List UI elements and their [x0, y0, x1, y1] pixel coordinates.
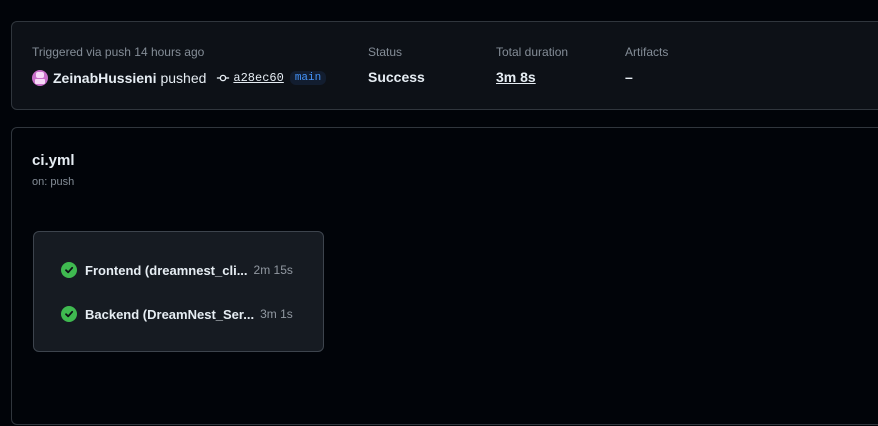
duration-label: Total duration [496, 45, 569, 59]
run-summary-card: Triggered via push 14 hours ago ZeinabHu… [11, 21, 878, 110]
avatar[interactable] [32, 70, 48, 86]
job-item[interactable]: Backend (DreamNest_Ser... 3m 1s [61, 305, 293, 323]
workflow-trigger: on: push [32, 176, 75, 188]
artifacts-value: – [625, 69, 633, 85]
trigger-info: Triggered via push 14 hours ago [32, 45, 205, 59]
workflow-file-name: ci.yml [32, 152, 75, 169]
job-duration: 3m 1s [260, 307, 293, 321]
check-circle-icon [61, 306, 77, 322]
status-label: Status [368, 45, 403, 59]
job-name[interactable]: Backend (DreamNest_Ser... [85, 307, 254, 322]
job-item[interactable]: Frontend (dreamnest_cli... 2m 15s [61, 261, 293, 279]
actor-link[interactable]: ZeinabHussieni [53, 70, 156, 86]
artifacts-label: Artifacts [625, 45, 669, 59]
jobs-group: Frontend (dreamnest_cli... 2m 15s Backen… [33, 231, 324, 352]
commit-sha-link[interactable]: a28ec60 [233, 71, 283, 85]
git-commit-icon [216, 71, 230, 85]
job-duration: 2m 15s [253, 263, 293, 277]
check-circle-icon [61, 262, 77, 278]
actor-row: ZeinabHussieni pushed a28ec60 main [32, 69, 327, 87]
duration-link[interactable]: 3m 8s [496, 69, 536, 85]
job-name[interactable]: Frontend (dreamnest_cli... [85, 263, 248, 278]
workflow-graph-card: ci.yml on: push Frontend (dreamnest_cli.… [11, 127, 878, 425]
status-value: Success [368, 69, 425, 85]
push-action-text: pushed [160, 70, 207, 86]
branch-badge[interactable]: main [289, 71, 327, 85]
